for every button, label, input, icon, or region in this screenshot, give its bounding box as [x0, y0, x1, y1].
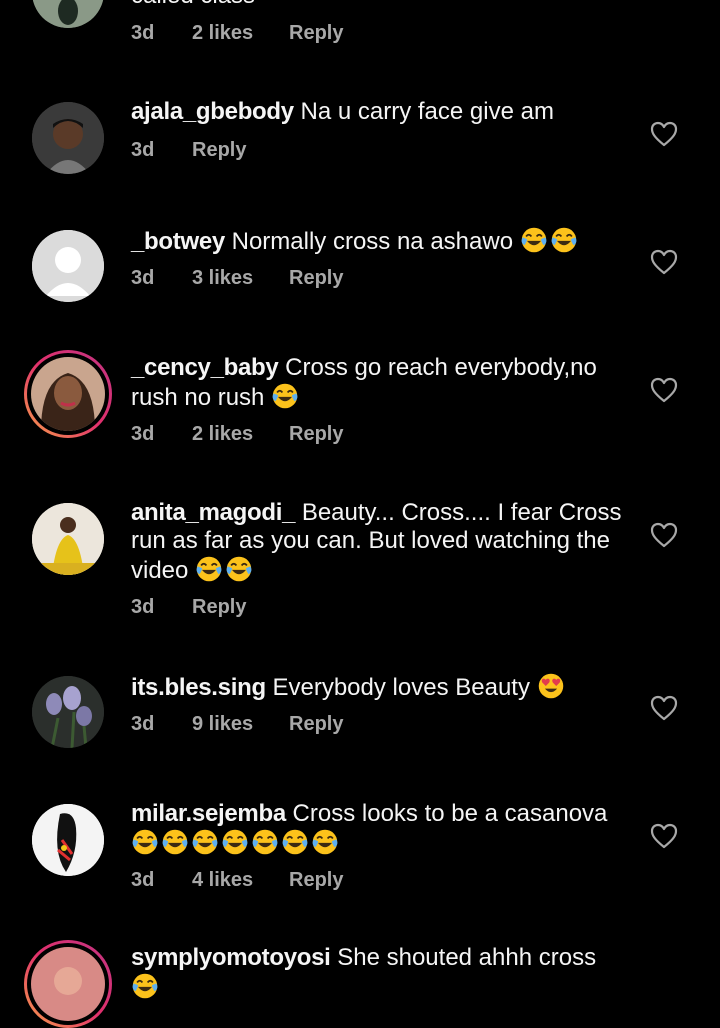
- face-with-tears-of-joy-emoji: [131, 828, 159, 856]
- avatar[interactable]: [32, 804, 104, 876]
- heart-outline-icon[interactable]: [650, 377, 678, 403]
- likes-count[interactable]: 9 likes: [192, 712, 253, 736]
- heart-outline-icon[interactable]: [650, 823, 678, 849]
- avatar: [31, 947, 105, 1021]
- avatar[interactable]: [32, 102, 104, 174]
- avatar[interactable]: [32, 503, 104, 575]
- comment-time: 3d: [131, 869, 155, 891]
- likes-count[interactable]: 2 likes: [192, 21, 253, 45]
- heart-outline-icon[interactable]: [650, 522, 678, 548]
- heart-outline-icon[interactable]: [650, 695, 678, 721]
- comment-text: Normally cross na ashawo: [231, 228, 514, 255]
- comment-time: 3d: [131, 267, 155, 289]
- comment-username[interactable]: its.bles.sing: [131, 674, 266, 701]
- likes-count[interactable]: 2 likes: [192, 422, 253, 446]
- heart-outline-icon[interactable]: [650, 249, 678, 275]
- reply-button[interactable]: Reply: [192, 138, 246, 162]
- face-with-tears-of-joy-emoji: [191, 828, 219, 856]
- face-with-tears-of-joy-emoji: [520, 226, 548, 254]
- comment-text: Na u carry face give am: [300, 98, 554, 125]
- comment-username[interactable]: symplyomotoyosi: [131, 944, 331, 971]
- comment-text: Everybody loves Beauty: [272, 674, 530, 701]
- avatar-story-ring[interactable]: [24, 350, 112, 438]
- face-with-tears-of-joy-emoji: [251, 828, 279, 856]
- likes-count[interactable]: 3 likes: [192, 266, 253, 290]
- reply-button[interactable]: Reply: [289, 21, 343, 45]
- avatar[interactable]: [32, 0, 104, 28]
- avatar: [31, 357, 105, 431]
- comment-text: She shouted ahhh cross: [337, 944, 597, 971]
- face-with-tears-of-joy-emoji: [131, 972, 159, 1000]
- face-with-tears-of-joy-emoji: [221, 828, 249, 856]
- face-with-tears-of-joy-emoji: [550, 226, 578, 254]
- face-with-tears-of-joy-emoji: [281, 828, 309, 856]
- face-with-tears-of-joy-emoji: [271, 382, 299, 410]
- avatar-story-ring[interactable]: [24, 940, 112, 1028]
- comment-time: 3d: [131, 139, 155, 161]
- comment-username[interactable]: anita_magodi_: [131, 499, 295, 526]
- comment-time: 3d: [131, 22, 155, 44]
- reply-button[interactable]: Reply: [289, 422, 343, 446]
- comment-text-partial: called class: [131, 0, 631, 10]
- reply-button[interactable]: Reply: [289, 266, 343, 290]
- comment-username[interactable]: _botwey: [131, 228, 225, 255]
- avatar[interactable]: [32, 230, 104, 302]
- face-with-tears-of-joy-emoji: [311, 828, 339, 856]
- face-with-tears-of-joy-emoji: [161, 828, 189, 856]
- face-with-tears-of-joy-emoji: [195, 555, 223, 583]
- face-with-tears-of-joy-emoji: [225, 555, 253, 583]
- heart-outline-icon[interactable]: [650, 121, 678, 147]
- comment-time: 3d: [131, 596, 155, 618]
- reply-button[interactable]: Reply: [289, 712, 343, 736]
- likes-count[interactable]: 4 likes: [192, 868, 253, 892]
- comment-time: 3d: [131, 713, 155, 735]
- reply-button[interactable]: Reply: [289, 868, 343, 892]
- comment-time: 3d: [131, 423, 155, 445]
- comment-username[interactable]: ajala_gbebody: [131, 98, 294, 125]
- comment-username[interactable]: _cency_baby: [131, 354, 279, 381]
- comment-text: Cross looks to be a casanova: [292, 800, 608, 827]
- comment-username[interactable]: milar.sejemba: [131, 800, 286, 827]
- smiling-face-with-heart-eyes-emoji: [537, 672, 565, 700]
- avatar[interactable]: [32, 676, 104, 748]
- reply-button[interactable]: Reply: [192, 595, 246, 619]
